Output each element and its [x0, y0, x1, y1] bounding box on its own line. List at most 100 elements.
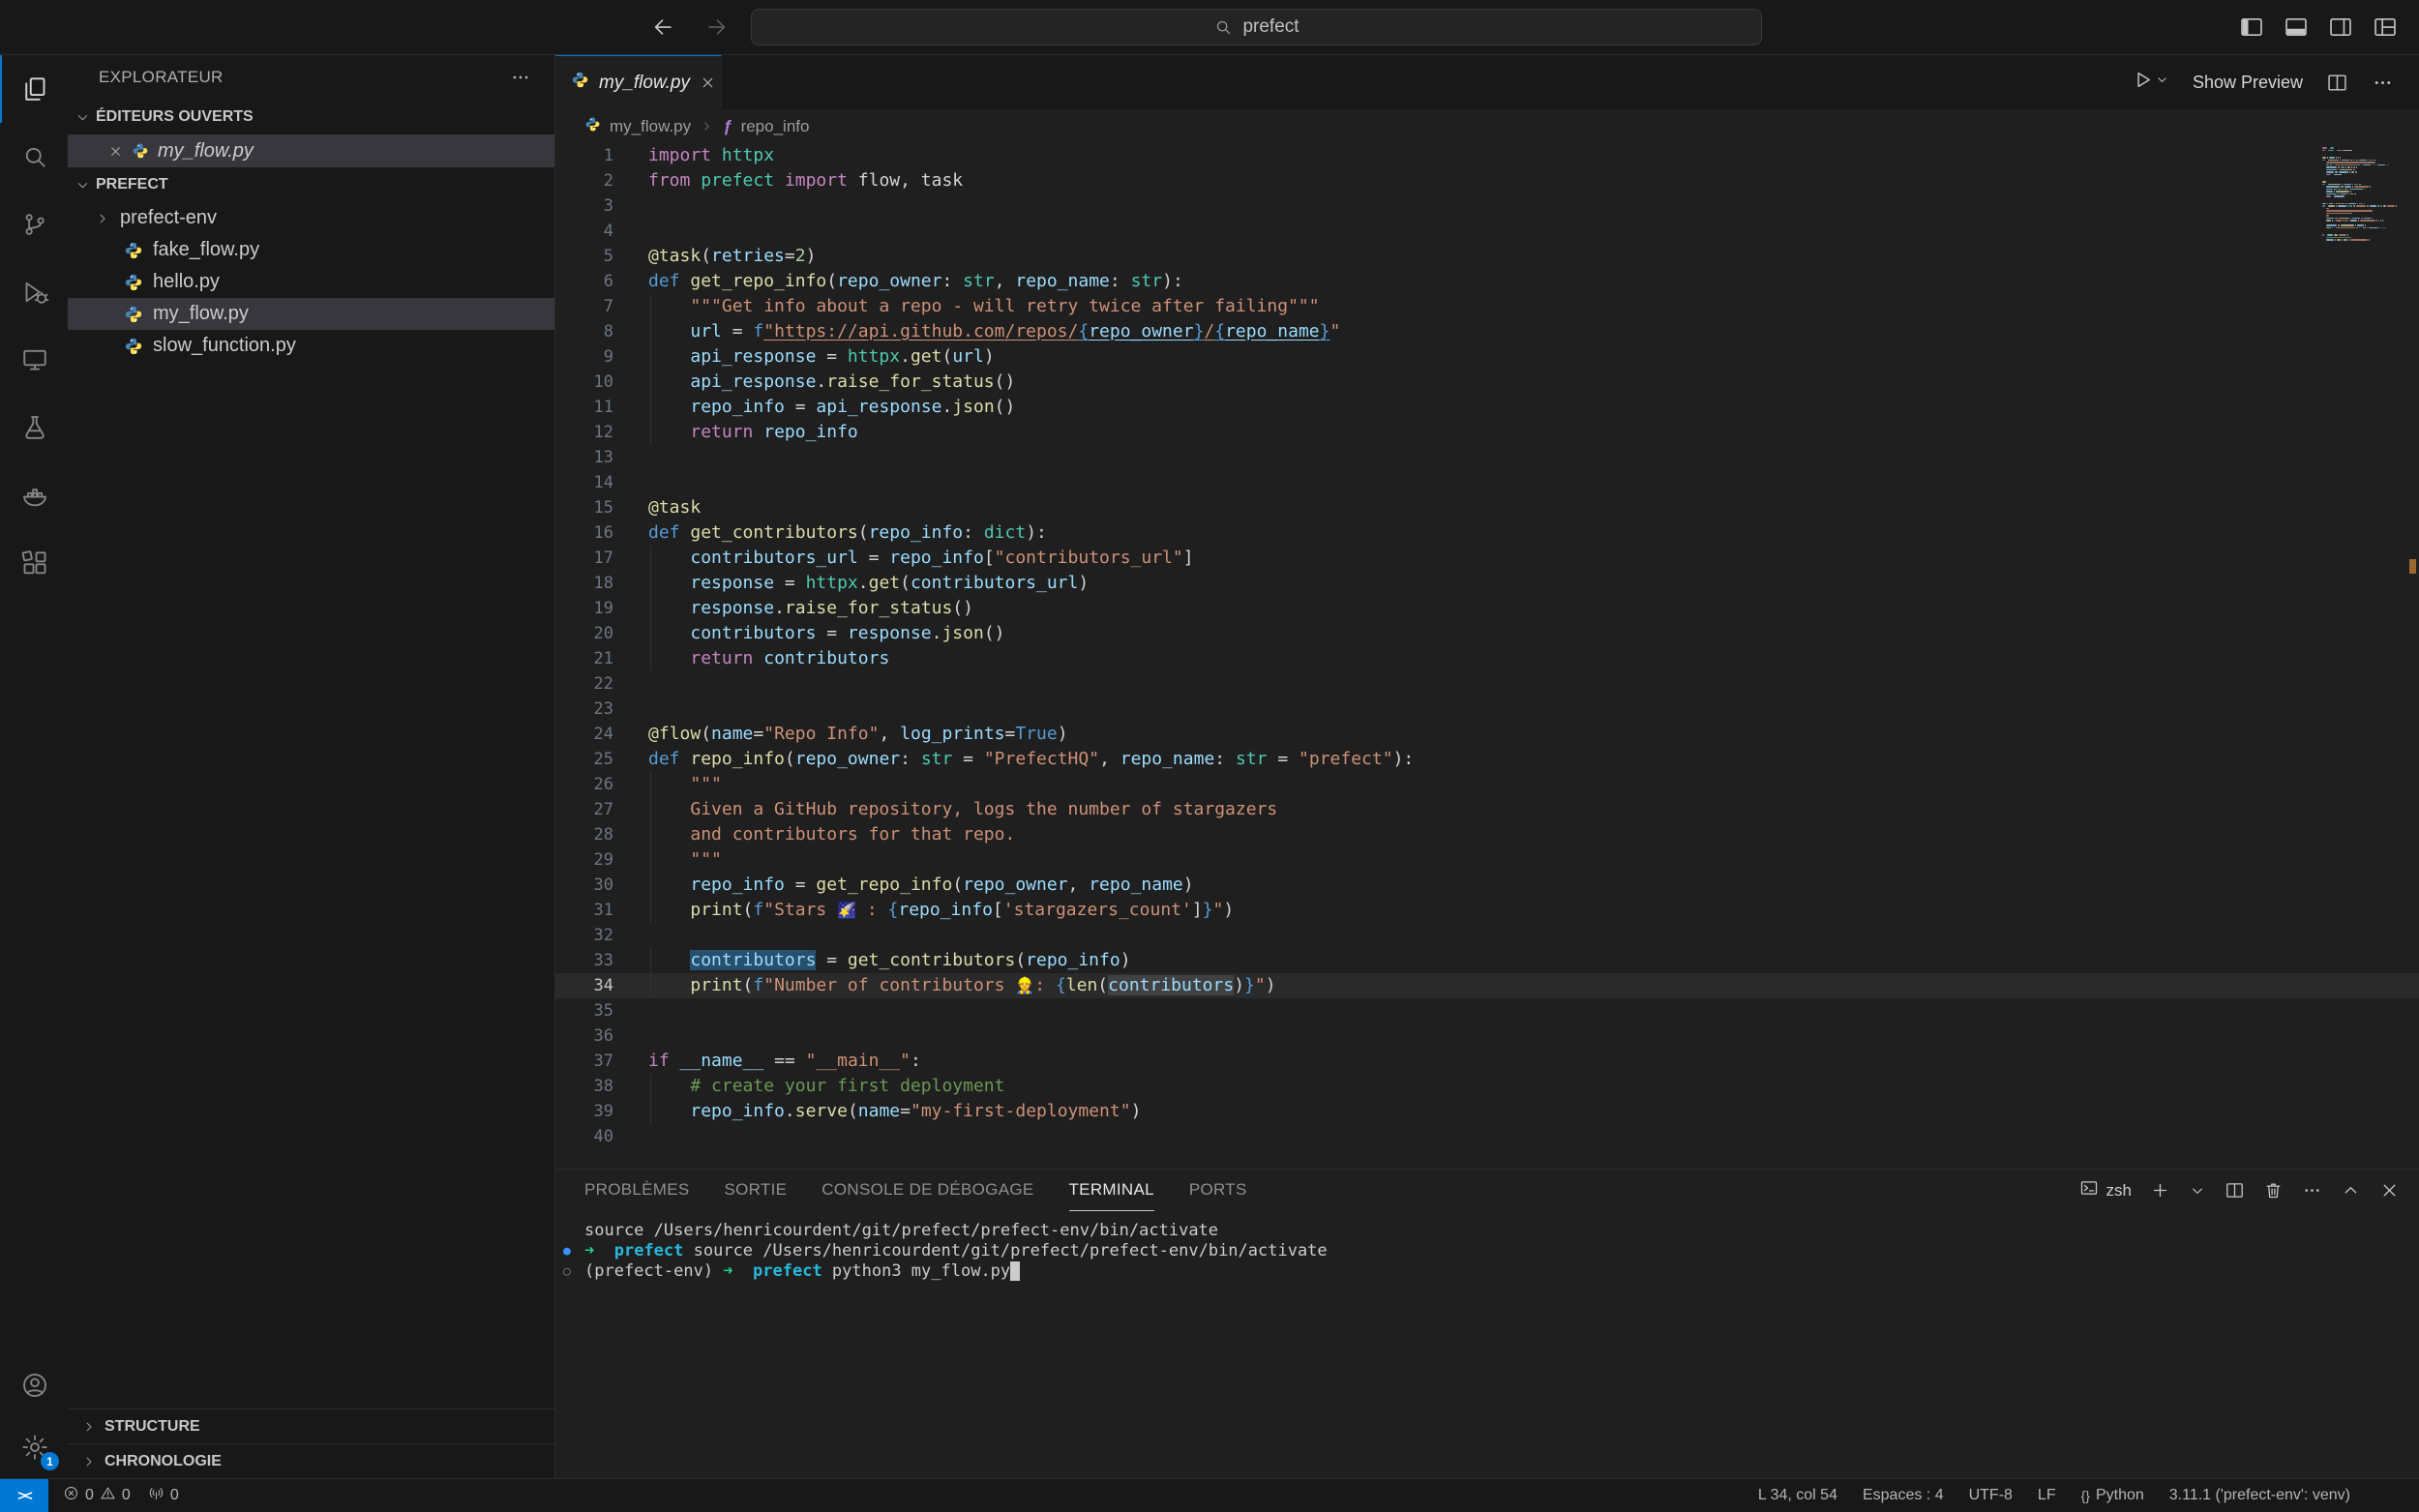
- forward-button[interactable]: [704, 15, 730, 40]
- code-line-12[interactable]: 12 return repo_info: [555, 420, 2419, 445]
- code-line-21[interactable]: 21 return contributors: [555, 646, 2419, 671]
- code-line-37[interactable]: 37if __name__ == "__main__":: [555, 1049, 2419, 1074]
- ports-status[interactable]: 0: [139, 1485, 188, 1506]
- breadcrumb-symbol[interactable]: repo_info: [741, 117, 810, 136]
- code-line-23[interactable]: 23: [555, 697, 2419, 722]
- toggle-sidebar-button[interactable]: [2239, 15, 2264, 40]
- activity-source-control[interactable]: [0, 191, 68, 258]
- activity-run-debug[interactable]: [0, 258, 68, 326]
- code-line-27[interactable]: 27 Given a GitHub repository, logs the n…: [555, 797, 2419, 822]
- panel-tab-sortie[interactable]: SORTIE: [725, 1170, 788, 1211]
- python-interpreter[interactable]: 3.11.1 ('prefect-env': venv): [2161, 1487, 2359, 1504]
- close-panel-button[interactable]: [2379, 1180, 2400, 1201]
- problems-status[interactable]: 0 0: [54, 1485, 139, 1506]
- code-line-28[interactable]: 28 and contributors for that repo.: [555, 822, 2419, 847]
- code-line-36[interactable]: 36: [555, 1023, 2419, 1049]
- panel-tab-console-de-d-bogage[interactable]: CONSOLE DE DÉBOGAGE: [821, 1170, 1033, 1211]
- new-terminal-button[interactable]: [2150, 1180, 2170, 1201]
- code-line-22[interactable]: 22: [555, 671, 2419, 697]
- back-button[interactable]: [650, 15, 675, 40]
- activity-extensions[interactable]: [0, 529, 68, 597]
- code-line-38[interactable]: 38 # create your first deployment: [555, 1074, 2419, 1099]
- open-editor-item[interactable]: my_flow.py: [68, 134, 554, 167]
- panel-tab-ports[interactable]: PORTS: [1189, 1170, 1247, 1211]
- show-preview-button[interactable]: Show Preview: [2193, 73, 2303, 93]
- kill-terminal-button[interactable]: [2263, 1180, 2284, 1201]
- cursor-position[interactable]: L 34, col 54: [1749, 1487, 1846, 1504]
- code-line-4[interactable]: 4: [555, 219, 2419, 244]
- code-line-19[interactable]: 19 response.raise_for_status(): [555, 596, 2419, 621]
- code-line-40[interactable]: 40: [555, 1124, 2419, 1149]
- breadcrumb-file[interactable]: my_flow.py: [610, 117, 691, 136]
- indentation[interactable]: Espaces : 4: [1854, 1487, 1953, 1504]
- code-line-3[interactable]: 3: [555, 193, 2419, 219]
- terminal-profile-item[interactable]: zsh: [2079, 1178, 2132, 1202]
- activity-settings[interactable]: 1: [0, 1416, 68, 1478]
- code-line-7[interactable]: 7 """Get info about a repo - will retry …: [555, 294, 2419, 319]
- split-editor-button[interactable]: [2326, 72, 2348, 94]
- tree-item-my_flow.py[interactable]: my_flow.py: [68, 298, 554, 330]
- code-editor[interactable]: 1import httpx2from prefect import flow, …: [555, 143, 2419, 1169]
- tree-item-slow_function.py[interactable]: slow_function.py: [68, 330, 554, 362]
- split-terminal-button[interactable]: [2225, 1180, 2245, 1201]
- activity-testing[interactable]: [0, 394, 68, 461]
- code-line-6[interactable]: 6def get_repo_info(repo_owner: str, repo…: [555, 269, 2419, 294]
- code-line-29[interactable]: 29 """: [555, 847, 2419, 873]
- customize-layout-button[interactable]: [2373, 15, 2398, 40]
- code-line-8[interactable]: 8 url = f"https://api.github.com/repos/{…: [555, 319, 2419, 344]
- code-line-35[interactable]: 35: [555, 998, 2419, 1023]
- tab-close-button[interactable]: [700, 74, 716, 91]
- code-line-32[interactable]: 32: [555, 923, 2419, 948]
- code-line-11[interactable]: 11 repo_info = api_response.json(): [555, 395, 2419, 420]
- tree-item-prefect-env[interactable]: prefect-env: [68, 202, 554, 234]
- command-decoration-icon[interactable]: ●: [563, 1241, 571, 1261]
- code-line-18[interactable]: 18 response = httpx.get(contributors_url…: [555, 571, 2419, 596]
- code-line-9[interactable]: 9 api_response = httpx.get(url): [555, 344, 2419, 370]
- explorer-more-actions-button[interactable]: [510, 67, 531, 88]
- panel-tab-probl-mes[interactable]: PROBLÈMES: [584, 1170, 690, 1211]
- code-line-15[interactable]: 15@task: [555, 495, 2419, 520]
- section-chronologie[interactable]: CHRONOLOGIE: [68, 1443, 554, 1478]
- tab-my-flow-py[interactable]: my_flow.py: [555, 55, 722, 109]
- activity-account[interactable]: [0, 1354, 68, 1416]
- code-line-26[interactable]: 26 """: [555, 772, 2419, 797]
- code-line-25[interactable]: 25def repo_info(repo_owner: str = "Prefe…: [555, 747, 2419, 772]
- open-editors-header[interactable]: ÉDITEURS OUVERTS: [68, 100, 554, 134]
- code-line-17[interactable]: 17 contributors_url = repo_info["contrib…: [555, 546, 2419, 571]
- code-line-34[interactable]: 34 print(f"Number of contributors 👷: {le…: [555, 973, 2419, 998]
- maximize-panel-button[interactable]: [2341, 1180, 2361, 1201]
- code-line-31[interactable]: 31 print(f"Stars 🌠 : {repo_info['stargaz…: [555, 898, 2419, 923]
- remote-indicator[interactable]: ><: [0, 1479, 48, 1512]
- tree-item-fake_flow.py[interactable]: fake_flow.py: [68, 234, 554, 266]
- code-line-16[interactable]: 16def get_contributors(repo_info: dict):: [555, 520, 2419, 546]
- panel-tab-terminal[interactable]: TERMINAL: [1069, 1170, 1154, 1211]
- code-line-20[interactable]: 20 contributors = response.json(): [555, 621, 2419, 646]
- section-structure[interactable]: STRUCTURE: [68, 1408, 554, 1443]
- run-python-file-button[interactable]: [2132, 69, 2169, 96]
- command-center-search[interactable]: prefect: [751, 9, 1762, 45]
- code-line-30[interactable]: 30 repo_info = get_repo_info(repo_owner,…: [555, 873, 2419, 898]
- close-editor-button[interactable]: [108, 144, 123, 159]
- project-folder-header[interactable]: PREFECT: [68, 167, 554, 202]
- encoding[interactable]: UTF-8: [1960, 1487, 2021, 1504]
- language-mode[interactable]: {} Python: [2073, 1487, 2153, 1504]
- activity-docker[interactable]: [0, 461, 68, 529]
- terminal-profile-dropdown[interactable]: [2189, 1182, 2206, 1200]
- toggle-secondary-sidebar-button[interactable]: [2328, 15, 2353, 40]
- code-line-2[interactable]: 2from prefect import flow, task: [555, 168, 2419, 193]
- code-line-39[interactable]: 39 repo_info.serve(name="my-first-deploy…: [555, 1099, 2419, 1124]
- activity-search[interactable]: [0, 123, 68, 191]
- panel-more-actions-button[interactable]: [2302, 1180, 2322, 1201]
- tree-item-hello.py[interactable]: hello.py: [68, 266, 554, 298]
- command-decoration-icon[interactable]: ○: [563, 1261, 571, 1282]
- code-line-33[interactable]: 33 contributors = get_contributors(repo_…: [555, 948, 2419, 973]
- code-line-1[interactable]: 1import httpx: [555, 143, 2419, 168]
- code-line-14[interactable]: 14: [555, 470, 2419, 495]
- code-line-24[interactable]: 24@flow(name="Repo Info", log_prints=Tru…: [555, 722, 2419, 747]
- code-line-10[interactable]: 10 api_response.raise_for_status(): [555, 370, 2419, 395]
- eol[interactable]: LF: [2029, 1487, 2065, 1504]
- minimap[interactable]: [2322, 147, 2402, 244]
- activity-explorer[interactable]: [0, 55, 68, 123]
- code-line-13[interactable]: 13: [555, 445, 2419, 470]
- toggle-panel-button[interactable]: [2284, 15, 2309, 40]
